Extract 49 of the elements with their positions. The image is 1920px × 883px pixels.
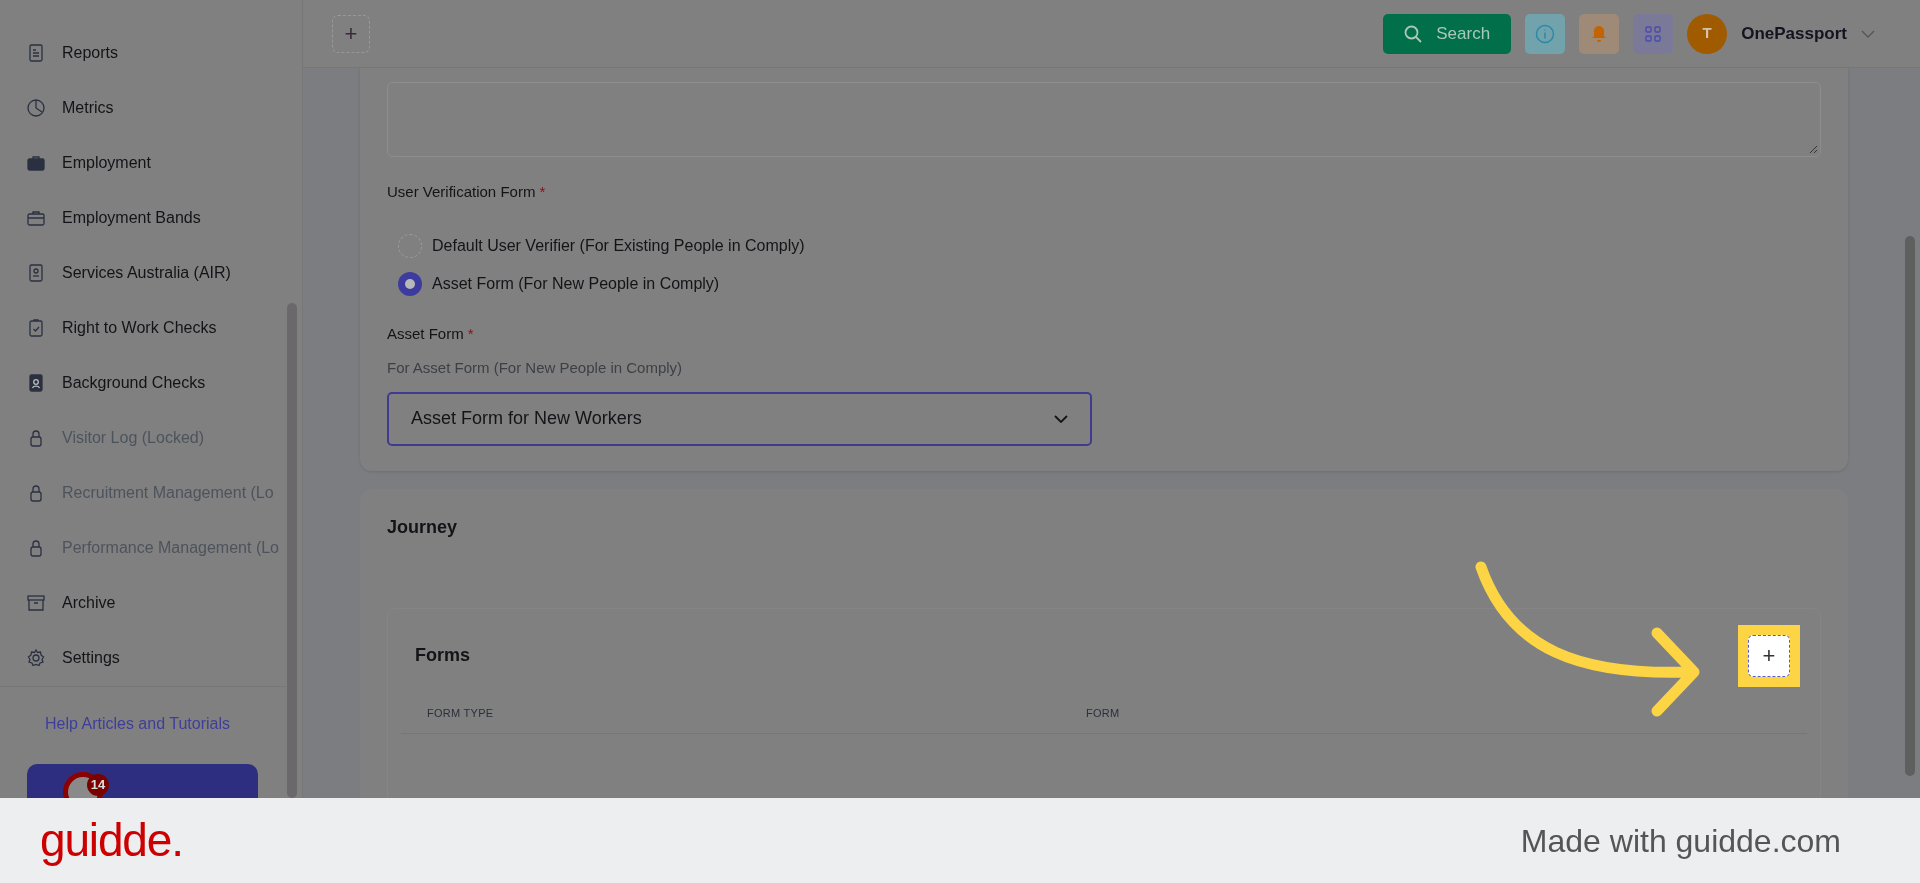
- sidebar-item[interactable]: Employment Bands: [26, 203, 302, 232]
- bell-icon: [1591, 24, 1608, 43]
- chevron-down-icon: [1054, 414, 1068, 423]
- add-button[interactable]: +: [332, 14, 370, 53]
- resize-handle-icon: [1809, 145, 1817, 153]
- asset-form-select[interactable]: Asset Form for New Workers: [387, 391, 1092, 446]
- workspace-card[interactable]: 14: [27, 764, 258, 798]
- field-label: Asset Form: [387, 324, 464, 342]
- credit-text: Made with guidde.com: [1520, 821, 1841, 861]
- search-icon: [1404, 24, 1423, 43]
- required-mark: *: [467, 324, 474, 342]
- add-button[interactable]: +: [1748, 634, 1790, 677]
- sidebar-item[interactable]: Background Checks: [26, 368, 302, 397]
- sidebar-item[interactable]: Settings: [26, 643, 302, 672]
- info-icon: [1535, 23, 1556, 44]
- search-button[interactable]: Search: [1383, 13, 1512, 54]
- brand-logo: guidde.: [40, 813, 183, 868]
- sidebar-item[interactable]: Archive: [26, 588, 302, 617]
- pie-chart-icon: [26, 97, 46, 118]
- info-button[interactable]: [1525, 13, 1566, 54]
- radio-option[interactable]: Default User Verifier (For Existing People in Comply): [398, 233, 1821, 258]
- sidebar-item[interactable]: Metrics: [26, 93, 302, 122]
- user-name[interactable]: OnePassport: [1741, 20, 1847, 47]
- clipboard-check-icon: [26, 317, 46, 338]
- radio-button[interactable]: [398, 271, 422, 296]
- sidebar-item[interactable]: Right to Work Checks: [26, 313, 302, 342]
- field-label: User Verification Form: [387, 183, 536, 200]
- column-header: FORM: [1086, 705, 1120, 721]
- chevron-down-icon: [1861, 29, 1875, 38]
- settings-icon: [26, 647, 46, 668]
- sidebar-item[interactable]: Reports: [26, 38, 302, 67]
- notifications-button[interactable]: [1579, 13, 1620, 54]
- text-area[interactable]: [387, 82, 1821, 157]
- grid-icon: [1645, 25, 1662, 42]
- report-icon: [26, 42, 46, 63]
- column-header: FORM TYPE: [427, 705, 495, 721]
- id-badge-icon: [26, 372, 46, 393]
- required-mark: *: [539, 183, 546, 200]
- apps-button[interactable]: [1633, 13, 1674, 54]
- archive-icon: [26, 592, 46, 613]
- card-title: Forms: [415, 644, 470, 667]
- section-title: Journey: [387, 515, 459, 539]
- radio-option[interactable]: Asset Form (For New People in Comply): [398, 271, 1821, 296]
- user-avatar[interactable]: T: [1687, 13, 1728, 54]
- id-card-icon: [26, 262, 46, 283]
- notification-badge: 14: [87, 774, 109, 796]
- sidebar-item[interactable]: Employment: [26, 148, 302, 177]
- sidebar-item[interactable]: Services Australia (AIR): [26, 258, 302, 287]
- helper-text: For Asset Form (For New People in Comply): [387, 358, 684, 378]
